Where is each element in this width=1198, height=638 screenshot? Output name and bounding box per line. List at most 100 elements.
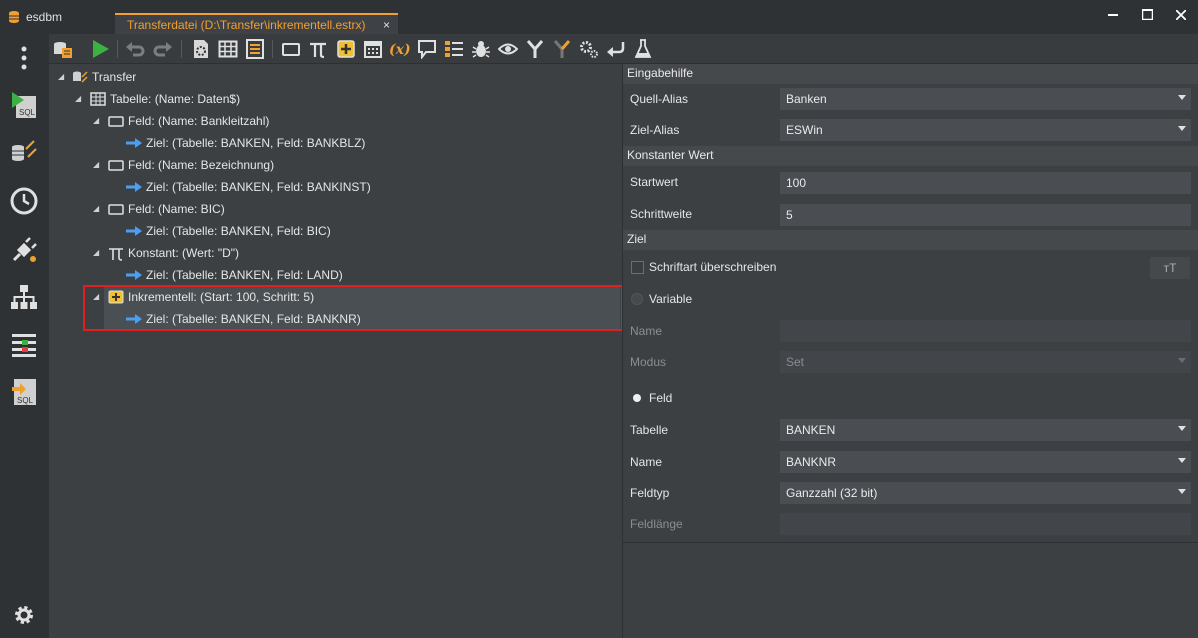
minimize-button[interactable] [1102, 5, 1124, 25]
collapse-icon[interactable]: ◢ [75, 94, 81, 103]
feldlaenge-input [780, 513, 1191, 535]
app-name: esdbm [26, 10, 63, 24]
tree-node-table[interactable]: Tabelle: (Name: Daten$) [90, 89, 240, 109]
increment-button[interactable] [335, 38, 357, 60]
flask-icon [634, 39, 652, 58]
tabelle-label: Tabelle [630, 423, 669, 437]
tree-node-field[interactable]: Feld: (Name: Bezeichnung) [108, 155, 274, 175]
clock-icon [10, 187, 38, 215]
name-select[interactable]: BANKNR [780, 451, 1191, 473]
bug-icon [472, 41, 490, 58]
close-icon [1175, 9, 1187, 21]
calendar-icon [364, 41, 382, 58]
tree-node-target[interactable]: Ziel: (Tabelle: BANKEN, Feld: BANKINST) [126, 177, 371, 197]
undo-icon [126, 42, 145, 57]
document-tab[interactable]: Transferdatei (D:\Transfer\inkrementell.… [115, 13, 398, 35]
toolbar-separator [181, 40, 182, 58]
close-window-button[interactable] [1170, 5, 1192, 25]
tree-node-target[interactable]: Ziel: (Tabelle: BANKEN, Feld: BIC) [126, 221, 331, 241]
compare-icon [12, 334, 36, 357]
quell-alias-value: Banken [786, 92, 827, 106]
chevron-down-icon [1178, 426, 1186, 431]
field-icon [108, 113, 124, 129]
tree-node-root[interactable]: Transfer [72, 67, 136, 87]
split-button[interactable] [551, 38, 573, 60]
field-button[interactable] [280, 38, 302, 60]
collapse-icon[interactable]: ◢ [58, 72, 64, 81]
file-settings-icon [194, 40, 208, 58]
chevron-down-icon [1178, 126, 1186, 131]
comment-button[interactable] [416, 38, 438, 60]
sidebar: SQL SQL [0, 34, 49, 638]
schriftart-checkbox[interactable] [631, 261, 644, 274]
category-konstanter-wert: Konstanter Wert [623, 146, 1198, 166]
variable-radio[interactable] [631, 293, 643, 305]
tab-close-icon[interactable]: × [383, 18, 390, 32]
calendar-button[interactable] [362, 38, 384, 60]
run-icon [93, 40, 109, 58]
tree-node-label: Konstant: (Wert: "D") [128, 246, 239, 260]
return-button[interactable] [605, 38, 627, 60]
collapse-icon[interactable]: ◢ [93, 248, 99, 257]
sidebar-item-menu[interactable] [6, 40, 42, 76]
collapse-icon[interactable]: ◢ [93, 160, 99, 169]
tree-node-target[interactable]: Ziel: (Tabelle: BANKEN, Feld: LAND) [126, 265, 343, 285]
sidebar-item-hierarchy[interactable] [6, 279, 42, 315]
test-button[interactable] [632, 38, 654, 60]
sidebar-item-compare[interactable] [6, 326, 42, 362]
preview-button[interactable] [497, 38, 519, 60]
divider [623, 542, 1198, 543]
feldtyp-select[interactable]: Ganzzahl (32 bit) [780, 482, 1191, 504]
sidebar-item-connect[interactable] [6, 232, 42, 268]
tree-node-increment[interactable]: Inkrementell: (Start: 100, Schritt: 5) [108, 287, 314, 307]
font-button[interactable]: ᴛT [1150, 257, 1190, 279]
merge-icon [526, 40, 544, 58]
quell-alias-select[interactable]: Banken [780, 88, 1191, 110]
run-button[interactable] [89, 38, 111, 60]
name-label: Name [630, 455, 663, 469]
merge-button[interactable] [524, 38, 546, 60]
file-settings-button[interactable] [190, 38, 212, 60]
field-icon [108, 157, 124, 173]
sidebar-item-sql-import[interactable]: SQL [6, 374, 42, 410]
startwert-input[interactable]: 100 [780, 172, 1191, 194]
list-button[interactable] [244, 38, 266, 60]
sidebar-item-sql-editor[interactable]: SQL [6, 87, 42, 123]
database-list-button[interactable] [52, 38, 74, 60]
constant-button[interactable] [307, 38, 329, 60]
debug-button[interactable] [470, 38, 492, 60]
maximize-button[interactable] [1136, 5, 1158, 25]
sidebar-item-settings[interactable] [6, 597, 42, 633]
feldlaenge-label: Feldlänge [630, 517, 683, 531]
increment-icon [337, 40, 355, 58]
variable-label: Variable [649, 292, 693, 306]
collapse-icon[interactable]: ◢ [93, 204, 99, 213]
modus-select: Set [780, 351, 1191, 373]
tabelle-select[interactable]: BANKEN [780, 419, 1191, 441]
transfer-icon [72, 69, 88, 85]
collapse-icon[interactable]: ◢ [93, 292, 99, 301]
tree-node-constant[interactable]: Konstant: (Wert: "D") [108, 243, 239, 263]
undo-button[interactable] [124, 38, 146, 60]
toolbar: (x) [49, 34, 1198, 64]
table-icon [90, 91, 106, 107]
variable-button[interactable]: (x) [389, 38, 411, 60]
collapse-icon[interactable]: ◢ [93, 116, 99, 125]
settings-button[interactable] [578, 38, 600, 60]
schrittweite-input[interactable]: 5 [780, 204, 1191, 226]
tree-node-target[interactable]: Ziel: (Tabelle: BANKEN, Feld: BANKBLZ) [126, 133, 365, 153]
table-button[interactable] [217, 38, 239, 60]
pi-constant-icon [310, 42, 326, 59]
list-edit-button[interactable] [443, 38, 465, 60]
tree-node-target[interactable]: Ziel: (Tabelle: BANKEN, Feld: BANKNR) [126, 309, 361, 329]
feld-radio[interactable] [633, 394, 641, 402]
eye-icon [498, 43, 518, 55]
ziel-alias-select[interactable]: ESWin [780, 119, 1191, 141]
tree-node-field[interactable]: Feld: (Name: Bankleitzahl) [108, 111, 269, 131]
tree-node-label: Feld: (Name: Bankleitzahl) [128, 114, 270, 128]
sidebar-item-history[interactable] [6, 183, 42, 219]
table-icon [218, 40, 238, 58]
redo-button[interactable] [152, 38, 174, 60]
tree-node-field[interactable]: Feld: (Name: BIC) [108, 199, 225, 219]
sidebar-item-db-transfer[interactable] [6, 133, 42, 169]
